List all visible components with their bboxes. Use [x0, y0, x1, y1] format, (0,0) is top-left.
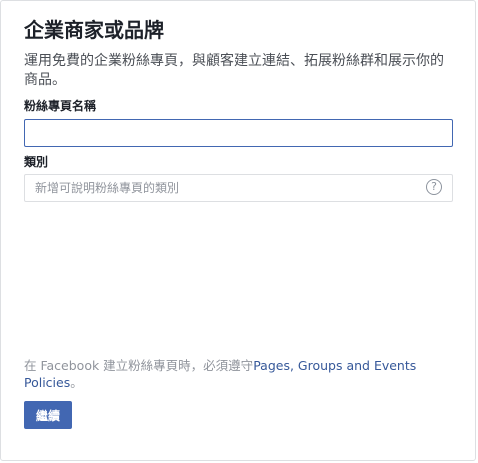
page-name-label: 粉絲專頁名稱: [24, 99, 97, 113]
page-name-input[interactable]: [24, 119, 453, 147]
card-header: 企業商家或品牌 運用免費的企業粉絲專頁，與顧客建立連結、拓展粉絲群和展示你的商品…: [24, 18, 454, 90]
continue-button[interactable]: 繼續: [24, 401, 72, 429]
policy-prefix: 在 Facebook 建立粉絲專頁時，必須遵守: [24, 358, 254, 373]
page-description: 運用免費的企業粉絲專頁，與顧客建立連結、拓展粉絲群和展示你的商品。: [24, 53, 444, 88]
category-input[interactable]: [25, 175, 435, 201]
policy-suffix: 。: [70, 375, 83, 390]
category-field[interactable]: ?: [24, 174, 453, 202]
policy-notice: 在 Facebook 建立粉絲專頁時，必須遵守Pages, Groups and…: [24, 357, 454, 391]
help-icon[interactable]: ?: [426, 179, 442, 195]
category-label: 類別: [24, 155, 49, 169]
page-title: 企業商家或品牌: [24, 18, 164, 42]
